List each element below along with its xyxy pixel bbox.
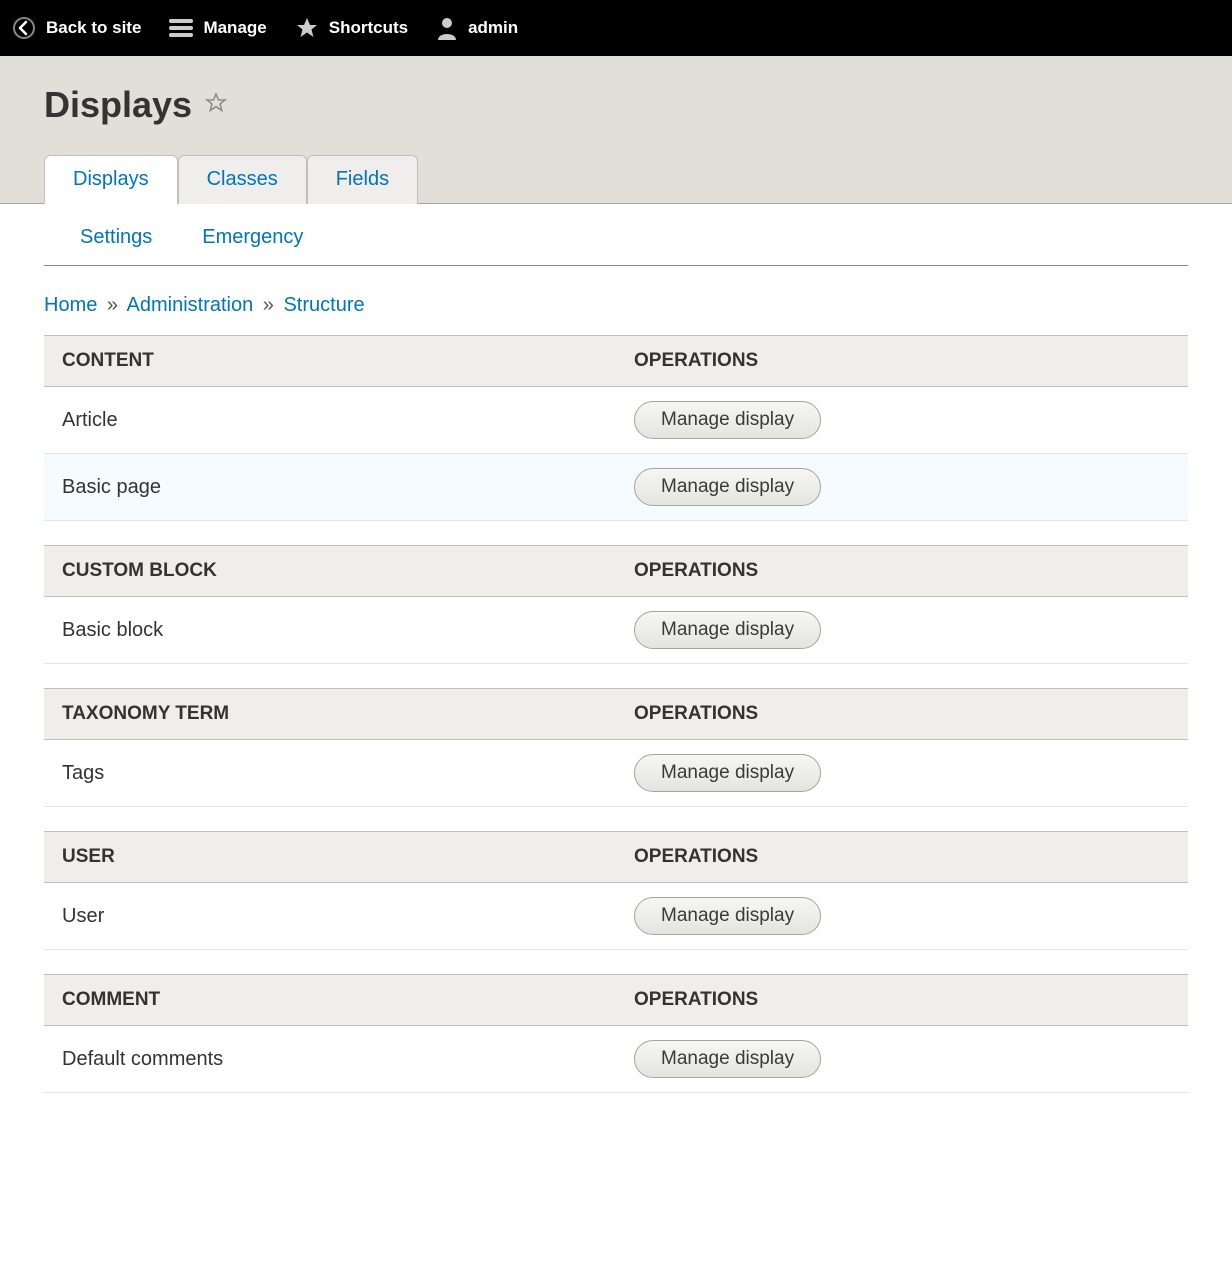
breadcrumb-link[interactable]: Home <box>44 294 97 316</box>
row-label: Basic block <box>44 597 616 664</box>
shortcuts-menu[interactable]: Shortcuts <box>295 16 408 40</box>
manage-display-button[interactable]: Manage display <box>634 401 821 439</box>
col-header-operations: Operations <box>616 336 1188 387</box>
col-header-entity: Content <box>44 336 616 387</box>
table-row: Basic block Manage display <box>44 597 1188 664</box>
col-header-entity: Taxonomy term <box>44 689 616 740</box>
manage-label: Manage <box>203 18 266 38</box>
subtab-label: Emergency <box>202 226 303 248</box>
col-header-entity: User <box>44 832 616 883</box>
row-label: Basic page <box>44 454 616 521</box>
user-icon <box>436 16 458 40</box>
row-label: Article <box>44 387 616 454</box>
subtab-label: Settings <box>80 226 152 248</box>
subtab-settings[interactable]: Settings <box>80 226 152 249</box>
user-menu[interactable]: admin <box>436 16 518 40</box>
manage-display-button[interactable]: Manage display <box>634 611 821 649</box>
row-label: User <box>44 883 616 950</box>
col-header-operations: Operations <box>616 975 1188 1026</box>
breadcrumb-separator: » <box>103 294 122 316</box>
col-header-operations: Operations <box>616 689 1188 740</box>
star-icon <box>295 16 319 40</box>
tab-fields[interactable]: Fields <box>307 155 418 204</box>
tab-label: Classes <box>207 168 278 190</box>
col-header-entity: Comment <box>44 975 616 1026</box>
back-arrow-icon <box>12 16 36 40</box>
section-taxonomy-table: Taxonomy term Operations Tags Manage dis… <box>44 688 1188 807</box>
row-label: Default comments <box>44 1026 616 1093</box>
user-label: admin <box>468 18 518 38</box>
back-to-site-label: Back to site <box>46 18 141 38</box>
content-region: Settings Emergency Home » Administration… <box>0 204 1232 1157</box>
table-row: Basic page Manage display <box>44 454 1188 521</box>
tab-label: Displays <box>73 168 149 190</box>
secondary-tabs: Settings Emergency <box>44 204 1188 266</box>
row-label: Tags <box>44 740 616 807</box>
manage-display-button[interactable]: Manage display <box>634 468 821 506</box>
manage-display-button[interactable]: Manage display <box>634 897 821 935</box>
section-user-table: User Operations User Manage display <box>44 831 1188 950</box>
manage-display-button[interactable]: Manage display <box>634 754 821 792</box>
table-row: Tags Manage display <box>44 740 1188 807</box>
subtab-emergency[interactable]: Emergency <box>202 226 303 249</box>
favorite-toggle-icon[interactable] <box>204 91 228 120</box>
breadcrumb-separator: » <box>259 294 278 316</box>
col-header-operations: Operations <box>616 832 1188 883</box>
tab-classes[interactable]: Classes <box>178 155 307 204</box>
breadcrumb: Home » Administration » Structure <box>44 266 1188 335</box>
manage-display-button[interactable]: Manage display <box>634 1040 821 1078</box>
breadcrumb-link[interactable]: Structure <box>283 294 364 316</box>
table-row: Article Manage display <box>44 387 1188 454</box>
breadcrumb-link[interactable]: Administration <box>127 294 254 316</box>
admin-toolbar: Back to site Manage Shortcuts admin <box>0 0 1232 56</box>
section-comment-table: Comment Operations Default comments Mana… <box>44 974 1188 1093</box>
col-header-operations: Operations <box>616 546 1188 597</box>
back-to-site-link[interactable]: Back to site <box>12 16 141 40</box>
page-title: Displays <box>44 84 192 126</box>
hamburger-icon <box>169 18 193 38</box>
tab-displays[interactable]: Displays <box>44 155 178 204</box>
col-header-entity: Custom block <box>44 546 616 597</box>
tab-label: Fields <box>336 168 389 190</box>
primary-tabs: Displays Classes Fields <box>44 154 1188 203</box>
table-row: User Manage display <box>44 883 1188 950</box>
manage-menu[interactable]: Manage <box>169 18 266 38</box>
shortcuts-label: Shortcuts <box>329 18 408 38</box>
section-custom-block-table: Custom block Operations Basic block Mana… <box>44 545 1188 664</box>
table-row: Default comments Manage display <box>44 1026 1188 1093</box>
page-header: Displays Displays Classes Fields <box>0 56 1232 204</box>
section-content-table: Content Operations Article Manage displa… <box>44 335 1188 521</box>
